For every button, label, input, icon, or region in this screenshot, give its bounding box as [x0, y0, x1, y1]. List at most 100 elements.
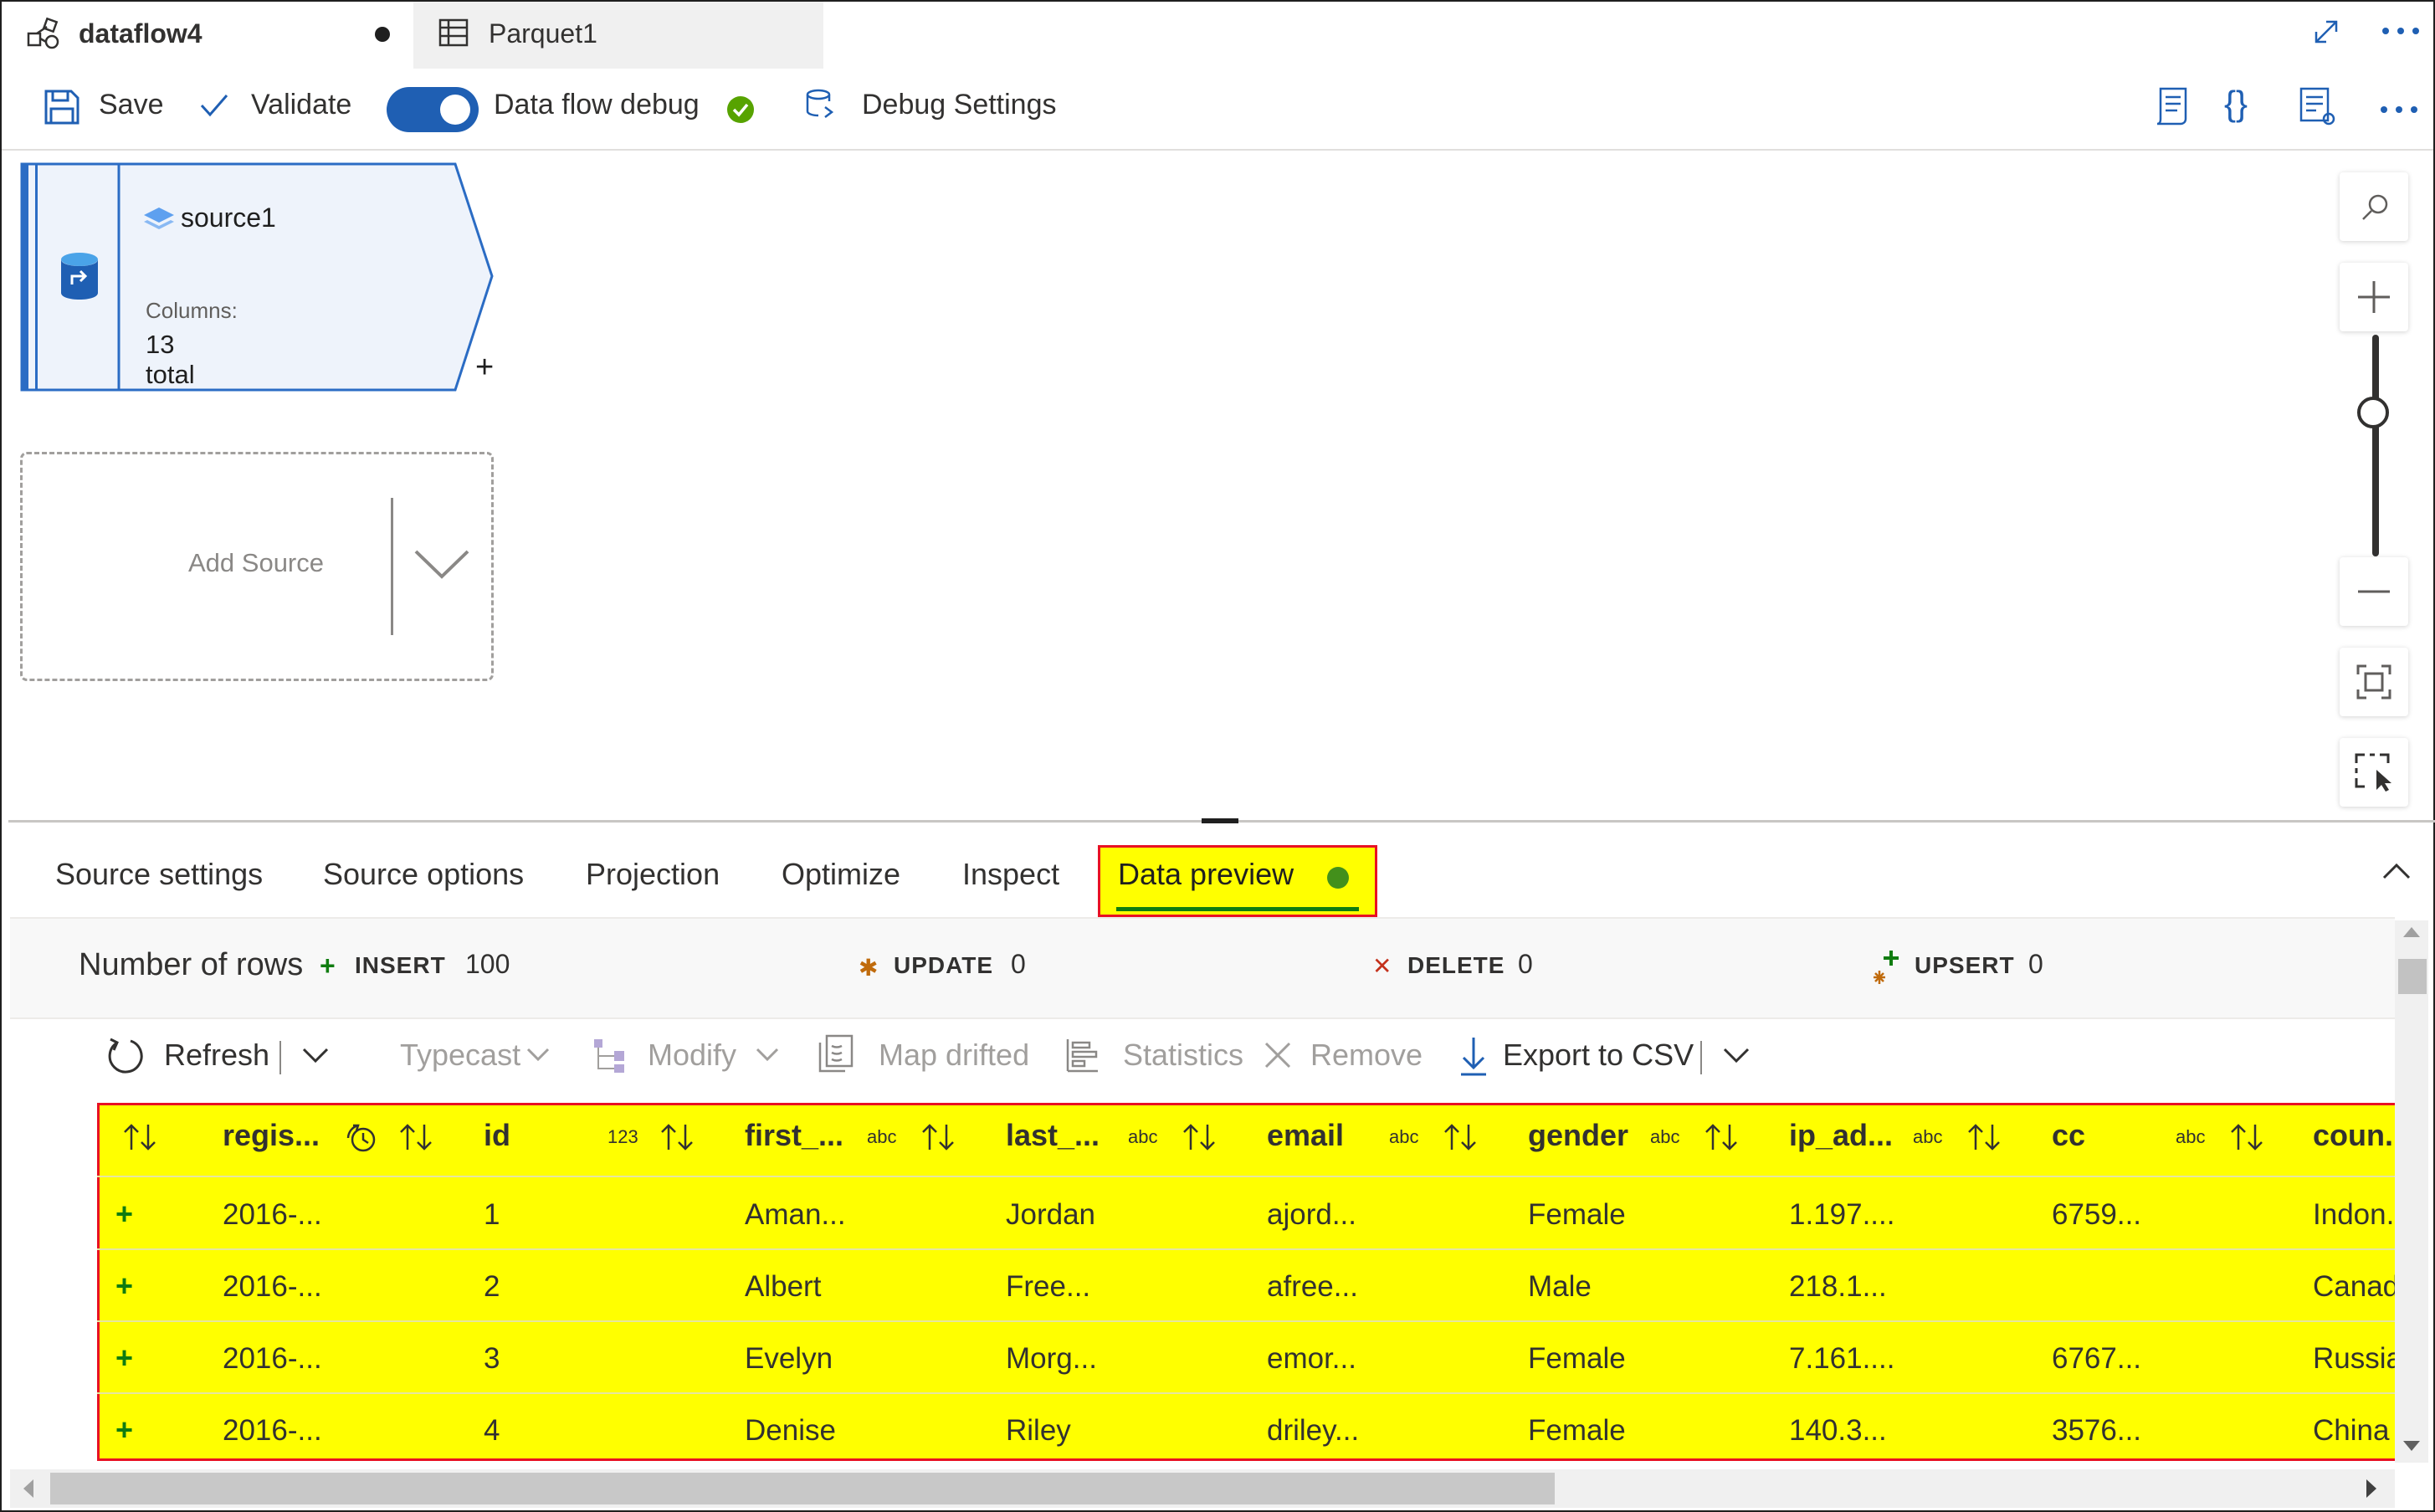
refresh-icon[interactable] — [105, 1036, 146, 1076]
column-header-id[interactable]: id — [484, 1118, 510, 1153]
fit-to-screen-button[interactable] — [2340, 648, 2408, 716]
more-tabs-icon[interactable] — [2381, 27, 2420, 35]
save-button[interactable]: Save — [38, 82, 172, 132]
debug-toggle[interactable] — [387, 87, 479, 132]
map-drifted-button[interactable]: Map drifted — [879, 1038, 1029, 1073]
tab-inspect[interactable]: Inspect — [962, 857, 1059, 892]
column-header-email[interactable]: email — [1267, 1118, 1344, 1153]
table-cell: Morg... — [1006, 1342, 1097, 1375]
debug-settings-button[interactable]: Debug Settings — [800, 82, 1076, 132]
column-header-gender[interactable]: gender — [1528, 1118, 1628, 1153]
tab-source-options[interactable]: Source options — [323, 857, 524, 892]
sort-icon[interactable] — [1443, 1123, 1478, 1151]
code-braces-icon[interactable]: {} — [2224, 84, 2248, 124]
zoom-out-button[interactable] — [2340, 557, 2408, 626]
sort-icon[interactable] — [2229, 1123, 2264, 1151]
main-toolbar: Save Validate Data flow debug Debug Sett… — [2, 69, 2433, 151]
column-header-first-name[interactable]: first_... — [745, 1118, 843, 1153]
update-asterisk-icon: ✱ — [859, 955, 879, 981]
chevron-down-icon[interactable] — [413, 548, 471, 582]
script-icon[interactable] — [2152, 85, 2191, 127]
tab-label: Parquet1 — [489, 18, 597, 49]
column-header-cc[interactable]: cc — [2052, 1118, 2085, 1153]
insert-row-plus-icon: + — [115, 1340, 134, 1375]
insert-value: 100 — [465, 949, 510, 979]
export-csv-button[interactable]: Export to CSV — [1503, 1038, 1694, 1073]
remove-button[interactable]: Remove — [1310, 1038, 1423, 1073]
save-label: Save — [99, 89, 164, 120]
tab-projection[interactable]: Projection — [586, 857, 720, 892]
refresh-button[interactable]: Refresh — [164, 1038, 269, 1073]
scroll-right-arrow-icon[interactable] — [2365, 1478, 2378, 1499]
table-cell: 2016-... — [223, 1198, 322, 1231]
tab-source-settings[interactable]: Source settings — [55, 857, 263, 892]
collapse-panel-chevron-up-icon[interactable] — [2381, 862, 2412, 880]
tab-optimize[interactable]: Optimize — [782, 857, 900, 892]
table-cell: 6759... — [2052, 1198, 2142, 1231]
selection-cursor-icon — [2355, 753, 2393, 792]
tab-parquet1[interactable]: Parquet1 — [413, 2, 823, 69]
sort-icon[interactable] — [659, 1123, 695, 1151]
statistics-icon — [1064, 1038, 1100, 1073]
vertical-scrollbar[interactable] — [2395, 920, 2428, 1463]
add-source-box[interactable]: Add Source — [20, 452, 494, 681]
horizontal-scroll-thumb[interactable] — [50, 1473, 1555, 1504]
string-type-label: abc — [867, 1126, 897, 1147]
table-cell: Evelyn — [745, 1342, 833, 1375]
column-header-last-name[interactable]: last_... — [1006, 1118, 1100, 1153]
sort-icon[interactable] — [1966, 1123, 2002, 1151]
table-cell: 4 — [484, 1414, 500, 1447]
table-cell: 218.1... — [1789, 1270, 1887, 1303]
add-transform-plus-icon[interactable]: + — [475, 350, 494, 386]
zoom-in-button[interactable] — [2340, 263, 2408, 331]
upsert-icon — [1871, 949, 1904, 987]
add-source-label: Add Source — [188, 548, 324, 577]
typecast-button[interactable]: Typecast — [400, 1038, 520, 1073]
more-options-icon[interactable] — [2380, 105, 2418, 114]
upsert-value: 0 — [2028, 949, 2043, 979]
table-cell: 2016-... — [223, 1342, 322, 1375]
zoom-slider-thumb[interactable] — [2357, 397, 2389, 428]
column-header-regis[interactable]: regis... — [223, 1118, 320, 1153]
modify-icon — [592, 1038, 626, 1074]
column-header-country[interactable]: coun.. — [2313, 1118, 2402, 1153]
delete-value: 0 — [1518, 949, 1533, 979]
debug-status-check-icon — [726, 95, 755, 124]
fit-screen-icon — [2356, 664, 2391, 700]
scroll-up-arrow-icon[interactable] — [2402, 925, 2422, 939]
table-cell: 7.161.... — [1789, 1342, 1895, 1375]
debug-settings-label: Debug Settings — [862, 89, 1057, 120]
table-icon — [438, 18, 469, 47]
canvas-search-button[interactable] — [2340, 172, 2408, 241]
map-drifted-icon — [817, 1034, 855, 1074]
validate-button[interactable]: Validate — [199, 82, 367, 132]
expand-icon[interactable] — [2311, 17, 2341, 47]
table-cell: 2016-... — [223, 1270, 322, 1303]
table-cell: Male — [1528, 1270, 1592, 1303]
statistics-button[interactable]: Statistics — [1123, 1038, 1243, 1073]
add-source-divider — [391, 498, 393, 635]
table-cell: ajord... — [1267, 1198, 1356, 1231]
tab-data-preview[interactable]: Data preview — [1118, 857, 1294, 892]
properties-settings-icon[interactable] — [2298, 85, 2338, 127]
refresh-dropdown-chevron-icon[interactable] — [301, 1046, 330, 1064]
validate-label: Validate — [251, 89, 352, 120]
string-type-label: abc — [1389, 1126, 1419, 1147]
debug-label: Data flow debug — [494, 89, 700, 120]
row-sort-icon[interactable] — [122, 1123, 157, 1151]
select-mode-button[interactable] — [2340, 738, 2408, 807]
sort-icon[interactable] — [1182, 1123, 1217, 1151]
panel-resize-grip[interactable] — [1202, 818, 1238, 823]
tab-dataflow4[interactable]: dataflow4 — [2, 2, 413, 70]
modify-button[interactable]: Modify — [648, 1038, 736, 1073]
export-dropdown-chevron-icon[interactable] — [1722, 1046, 1751, 1064]
zoom-slider-track[interactable] — [2372, 335, 2379, 556]
sort-icon[interactable] — [1704, 1123, 1739, 1151]
table-cell: Russia — [2313, 1342, 2402, 1375]
column-header-ip-address[interactable]: ip_ad... — [1789, 1118, 1893, 1153]
sort-icon[interactable] — [398, 1123, 433, 1151]
scroll-left-arrow-icon[interactable] — [22, 1478, 35, 1499]
vertical-scroll-thumb[interactable] — [2398, 959, 2427, 994]
scroll-down-arrow-icon[interactable] — [2402, 1439, 2422, 1453]
sort-icon[interactable] — [920, 1123, 956, 1151]
